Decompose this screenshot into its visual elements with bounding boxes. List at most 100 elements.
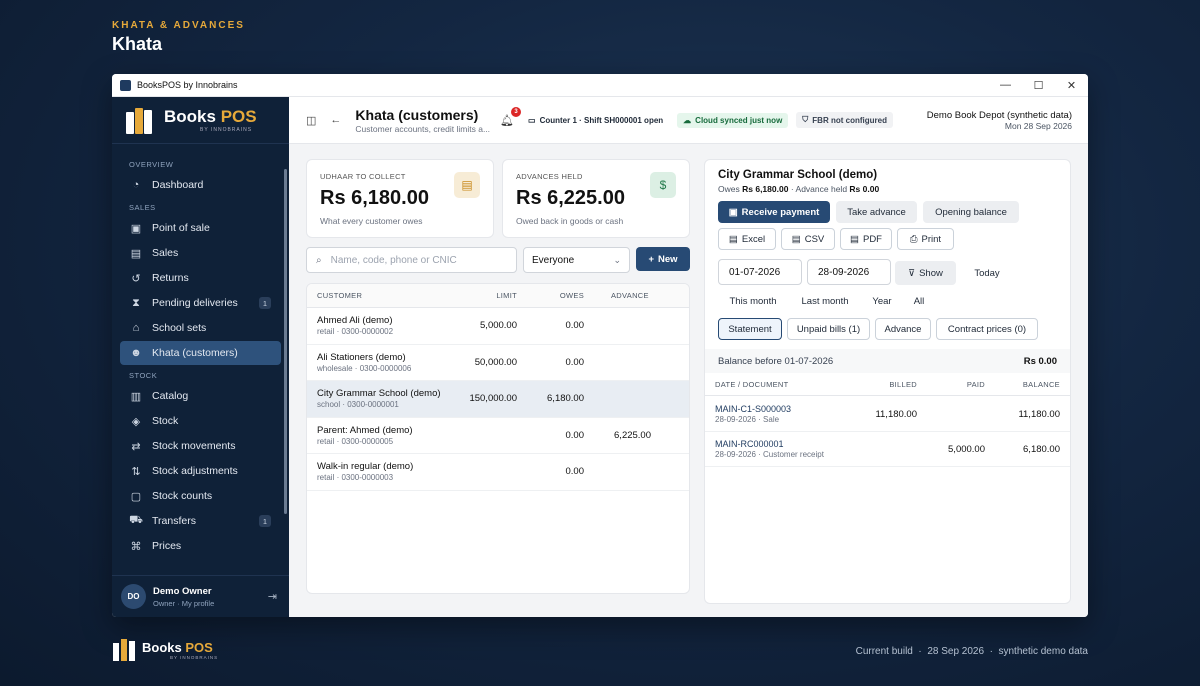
main-area: ◫ ← Khata (customers) Customer accounts,…	[289, 97, 1088, 617]
sidebar-item-khata[interactable]: ☻ Khata (customers)	[120, 341, 281, 365]
year-button[interactable]: Year	[865, 290, 899, 312]
customer-detail-panel: City Grammar School (demo) Owes Rs 6,180…	[704, 159, 1071, 604]
sidebar: Books POS BY INNOBRAINS OVERVIEW ◔ Dashbo…	[112, 97, 289, 617]
tab-unpaid-bills[interactable]: Unpaid bills (1)	[787, 318, 870, 340]
search-input[interactable]: ⌕ Name, code, phone or CNIC	[306, 247, 517, 273]
truck-icon: ⛟	[129, 514, 143, 526]
window-title: BooksPOS by Innobrains	[137, 80, 238, 90]
table-header: CUSTOMER LIMIT OWES ADVANCE	[307, 284, 689, 308]
opening-balance-button[interactable]: Opening balance	[923, 201, 1019, 223]
my-profile-link[interactable]: My profile	[182, 599, 215, 608]
sidebar-item-returns[interactable]: ↺ Returns	[120, 266, 281, 290]
balance-before-row: Balance before 01-07-2026 Rs 0.00	[705, 349, 1070, 373]
fbr-status[interactable]: ⛉ FBR not configured	[796, 112, 893, 128]
add-user-icon: +	[648, 253, 654, 265]
document-link[interactable]: MAIN-RC000001	[715, 439, 825, 449]
book-icon: ▥	[130, 390, 142, 403]
box-icon: ◈	[131, 415, 141, 428]
bell-icon[interactable]: 🔔︎ 3	[500, 106, 522, 127]
minimize-icon[interactable]: —	[989, 74, 1022, 96]
csv-button[interactable]: ▤ CSV	[781, 228, 835, 250]
ledger-icon: ▤	[454, 172, 480, 198]
printer-icon: ⎙	[909, 233, 918, 245]
users-icon: ☻	[130, 347, 142, 359]
sidebar-toggle-icon[interactable]: ◫	[306, 114, 316, 127]
table-row[interactable]: Ali Stationers (demo) wholesale · 0300-00…	[307, 345, 689, 381]
page-eyebrow: KHATA & ADVANCES	[112, 20, 245, 31]
logout-icon[interactable]: ⇥	[268, 590, 277, 603]
books-logo-icon	[112, 639, 142, 661]
document-link[interactable]: MAIN-C1-S000003	[715, 404, 825, 414]
close-icon[interactable]: ✕	[1055, 74, 1088, 96]
date-from-input[interactable]: 01-07-2026	[718, 259, 802, 285]
ledger-row[interactable]: MAIN-C1-S000003 28-09-2026 · Sale 11,180.…	[705, 397, 1070, 432]
sidebar-item-transfers[interactable]: ⛟ Transfers 1	[120, 509, 281, 533]
shield-icon: ⛉	[802, 115, 809, 124]
file-icon: ▤	[850, 233, 859, 245]
sidebar-item-school-sets[interactable]: ⌂ School sets	[120, 316, 281, 340]
window-titlebar: BooksPOS by Innobrains — ☐ ✕	[112, 74, 1088, 97]
sidebar-item-sales[interactable]: ▤ Sales	[120, 241, 281, 265]
this-month-button[interactable]: This month	[718, 290, 788, 312]
tab-statement[interactable]: Statement	[718, 318, 782, 340]
payment-icon: ▣	[728, 206, 738, 218]
sidebar-scrollbar[interactable]	[284, 169, 287, 514]
udhaar-value: Rs 6,180.00	[320, 187, 429, 209]
tab-advance[interactable]: Advance	[875, 318, 931, 340]
receipt-icon: ▤	[130, 247, 142, 260]
brand-logo: Books POS BY INNOBRAINS	[112, 97, 289, 144]
take-advance-button[interactable]: Take advance	[836, 201, 917, 223]
customer-summary: Owes Rs 6,180.00 · Advance held Rs 0.00	[718, 184, 880, 194]
today-button[interactable]: Today	[963, 261, 1011, 285]
sidebar-item-pending-deliveries[interactable]: ⧗ Pending deliveries 1	[120, 291, 281, 315]
topbar: ◫ ← Khata (customers) Customer accounts,…	[289, 97, 1088, 144]
table-row[interactable]: Parent: Ahmed (demo) retail · 0300-000000…	[307, 418, 689, 454]
sidebar-item-point-of-sale[interactable]: ▣ Point of sale	[120, 216, 281, 240]
nav-section-sales: SALES	[129, 203, 156, 212]
count-badge: 1	[259, 515, 271, 527]
adjust-icon: ⇅	[131, 465, 141, 478]
all-button[interactable]: All	[905, 290, 933, 312]
last-month-button[interactable]: Last month	[793, 290, 857, 312]
sidebar-item-dashboard[interactable]: ◔ Dashboard	[120, 173, 281, 197]
user-name: Demo Owner	[153, 585, 212, 597]
sync-status[interactable]: ☁ Cloud synced just now	[677, 112, 789, 128]
sidebar-item-stock[interactable]: ◈ Stock	[120, 409, 281, 433]
counter-status[interactable]: ▭ Counter 1 · Shift SH000001 open	[522, 113, 669, 128]
date-to-input[interactable]: 28-09-2026	[807, 259, 891, 285]
file-icon: ▤	[728, 233, 738, 245]
segment-select[interactable]: Everyone ⌄	[523, 247, 630, 273]
dashboard-icon: ◔	[132, 179, 140, 191]
hourglass-icon: ⧗	[132, 296, 140, 309]
sidebar-item-catalog[interactable]: ▥ Catalog	[120, 384, 281, 408]
cloud-icon: ☁	[683, 115, 692, 125]
notification-badge: 3	[511, 106, 522, 117]
new-customer-button[interactable]: + New	[636, 247, 690, 271]
sidebar-item-prices[interactable]: ⌘ Prices	[120, 534, 281, 558]
avatar[interactable]: DO	[121, 584, 146, 609]
sidebar-item-stock-counts[interactable]: ▢ Stock counts	[120, 484, 281, 508]
table-row-selected[interactable]: City Grammar School (demo) school · 0300-…	[307, 381, 689, 418]
tab-contract-prices[interactable]: Contract prices (0)	[936, 318, 1038, 340]
sidebar-nav: OVERVIEW ◔ Dashboard SALES ▣ Point of sale…	[112, 144, 289, 569]
back-arrow-icon[interactable]: ←	[330, 114, 341, 126]
app-window: BooksPOS by Innobrains — ☐ ✕ Books POS B…	[112, 74, 1088, 617]
ledger-row[interactable]: MAIN-RC000001 28-09-2026 · Customer recei…	[705, 432, 1070, 467]
scan-icon: ▣	[130, 222, 142, 235]
excel-button[interactable]: ▤ Excel	[718, 228, 776, 250]
table-row[interactable]: Walk-in regular (demo) retail · 0300-0000…	[307, 454, 689, 491]
tag-icon: ⌘	[130, 540, 142, 553]
sidebar-item-stock-adjustments[interactable]: ⇅ Stock adjustments	[120, 459, 281, 483]
maximize-icon[interactable]: ☐	[1022, 74, 1055, 96]
page-heading: Khata (customers)	[355, 106, 479, 123]
footer-logo: Books POS BY INNOBRAINS	[112, 639, 218, 661]
count-badge: 1	[259, 297, 271, 309]
show-button[interactable]: ⊽ Show	[895, 261, 956, 285]
receive-payment-button[interactable]: ▣ Receive payment	[718, 201, 830, 223]
pdf-button[interactable]: ▤ PDF	[840, 228, 892, 250]
table-row[interactable]: Ahmed Ali (demo) retail · 0300-0000002 5,…	[307, 308, 689, 345]
print-button[interactable]: ⎙ Print	[897, 228, 954, 250]
nav-section-overview: OVERVIEW	[129, 160, 174, 169]
search-icon: ⌕	[316, 254, 322, 266]
sidebar-item-stock-movements[interactable]: ⇄ Stock movements	[120, 434, 281, 458]
